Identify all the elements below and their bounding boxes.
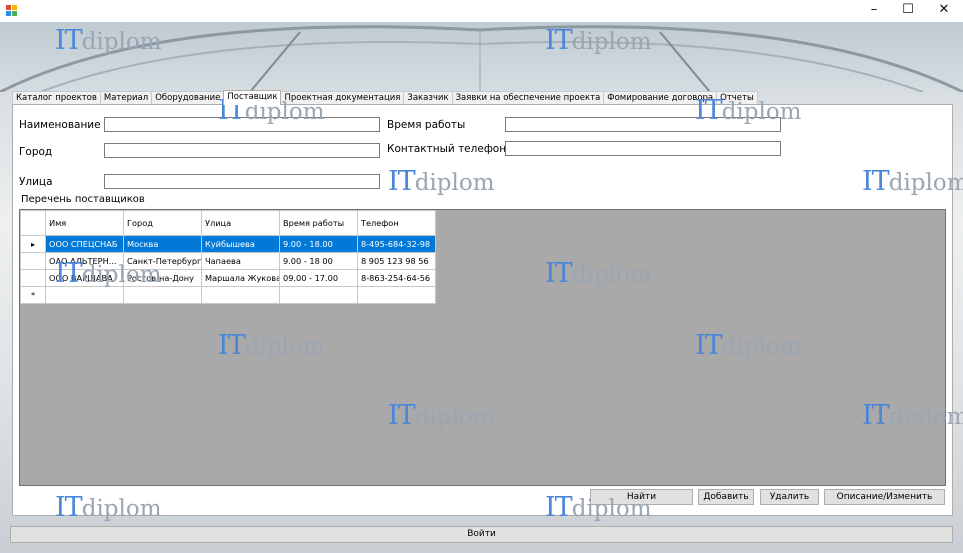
- cell-hours[interactable]: 9.00 - 18.00: [279, 235, 358, 253]
- table-row[interactable]: ООО ВАРШАВА Ростов-на-Дону Маршала Жуков…: [20, 269, 436, 287]
- street-field[interactable]: [104, 174, 380, 189]
- table-header-row: Имя Город Улица Время работы Телефон: [20, 210, 436, 236]
- background-image: [0, 25, 963, 92]
- city-label: Город: [19, 146, 53, 158]
- column-header-hours[interactable]: Время работы: [279, 210, 358, 236]
- column-header-city[interactable]: Город: [123, 210, 202, 236]
- tab-material[interactable]: Материал: [99, 91, 153, 105]
- table-row[interactable]: ОАО АЛЬТЕРН... Санкт-Петербург Чапаева 9…: [20, 252, 436, 270]
- add-button[interactable]: Добавить: [698, 489, 754, 505]
- title-bar: – ☐ ✕: [0, 0, 963, 22]
- hours-label: Время работы: [387, 119, 466, 131]
- tab-equipment[interactable]: Оборудование: [151, 91, 225, 105]
- close-button[interactable]: ✕: [929, 0, 959, 22]
- cell-name[interactable]: ОАО АЛЬТЕРН...: [45, 252, 124, 270]
- cell-city[interactable]: Москва: [123, 235, 202, 253]
- edit-description-button[interactable]: Описание/Изменить: [824, 489, 945, 505]
- cell-name[interactable]: ООО ВАРШАВА: [45, 269, 124, 287]
- tab-supplier[interactable]: Поставщик: [223, 90, 282, 105]
- new-row-marker-icon: *: [20, 286, 46, 304]
- street-label: Улица: [19, 176, 53, 188]
- tab-projects-catalog[interactable]: Каталог проектов: [12, 91, 101, 105]
- cell-city[interactable]: Ростов-на-Дону: [123, 269, 202, 287]
- column-header-name[interactable]: Имя: [45, 210, 124, 236]
- tab-requests[interactable]: Заявки на обеспечение проекта: [451, 91, 605, 105]
- suppliers-table: Имя Город Улица Время работы Телефон ▸ О…: [20, 210, 436, 304]
- cell-city[interactable]: [123, 286, 202, 304]
- tab-project-docs[interactable]: Проектная документация: [280, 91, 405, 105]
- cell-hours[interactable]: [279, 286, 358, 304]
- login-button[interactable]: Войти: [10, 526, 953, 543]
- cell-name[interactable]: ООО СПЕЦСНАБ: [45, 235, 124, 253]
- name-field[interactable]: [104, 117, 380, 132]
- app-icon: [6, 5, 18, 17]
- current-row-marker-icon: ▸: [20, 235, 46, 253]
- row-header[interactable]: [20, 252, 46, 270]
- cell-phone[interactable]: 8-495-684-32-98: [357, 235, 436, 253]
- minimize-button[interactable]: –: [859, 0, 889, 22]
- suppliers-grid[interactable]: Имя Город Улица Время работы Телефон ▸ О…: [19, 209, 946, 486]
- grid-title: Перечень поставщиков: [21, 194, 145, 205]
- tab-strip: Каталог проектов Материал Оборудование П…: [12, 90, 758, 105]
- cell-phone[interactable]: 8-863-254-64-56: [357, 269, 436, 287]
- tab-contract[interactable]: Фомирование договора: [603, 91, 718, 105]
- cell-city[interactable]: Санкт-Петербург: [123, 252, 202, 270]
- hours-field[interactable]: [505, 117, 781, 132]
- column-header-street[interactable]: Улица: [201, 210, 280, 236]
- find-button[interactable]: Найти: [590, 489, 693, 505]
- column-header-phone[interactable]: Телефон: [357, 210, 436, 236]
- cell-street[interactable]: Чапаева: [201, 252, 280, 270]
- row-header[interactable]: [20, 269, 46, 287]
- cell-hours[interactable]: 09.00 - 17.00: [279, 269, 358, 287]
- tab-reports[interactable]: Отчеты: [716, 91, 758, 105]
- name-label: Наименование: [19, 119, 101, 131]
- maximize-button[interactable]: ☐: [893, 0, 923, 22]
- cell-hours[interactable]: 9.00 - 18 00: [279, 252, 358, 270]
- cell-street[interactable]: Куйбышева: [201, 235, 280, 253]
- tab-customer[interactable]: Заказчик: [403, 91, 453, 105]
- table-row[interactable]: ▸ ООО СПЕЦСНАБ Москва Куйбышева 9.00 - 1…: [20, 235, 436, 253]
- new-row[interactable]: *: [20, 286, 436, 304]
- cell-phone[interactable]: 8 905 123 98 56: [357, 252, 436, 270]
- cell-street[interactable]: [201, 286, 280, 304]
- cell-street[interactable]: Маршала Жукова: [201, 269, 280, 287]
- phone-field[interactable]: [505, 141, 781, 156]
- row-header-corner: [20, 210, 46, 236]
- cell-phone[interactable]: [357, 286, 436, 304]
- delete-button[interactable]: Удалить: [760, 489, 819, 505]
- phone-label: Контактный телефон: [387, 143, 507, 155]
- cell-name[interactable]: [45, 286, 124, 304]
- city-field[interactable]: [104, 143, 380, 158]
